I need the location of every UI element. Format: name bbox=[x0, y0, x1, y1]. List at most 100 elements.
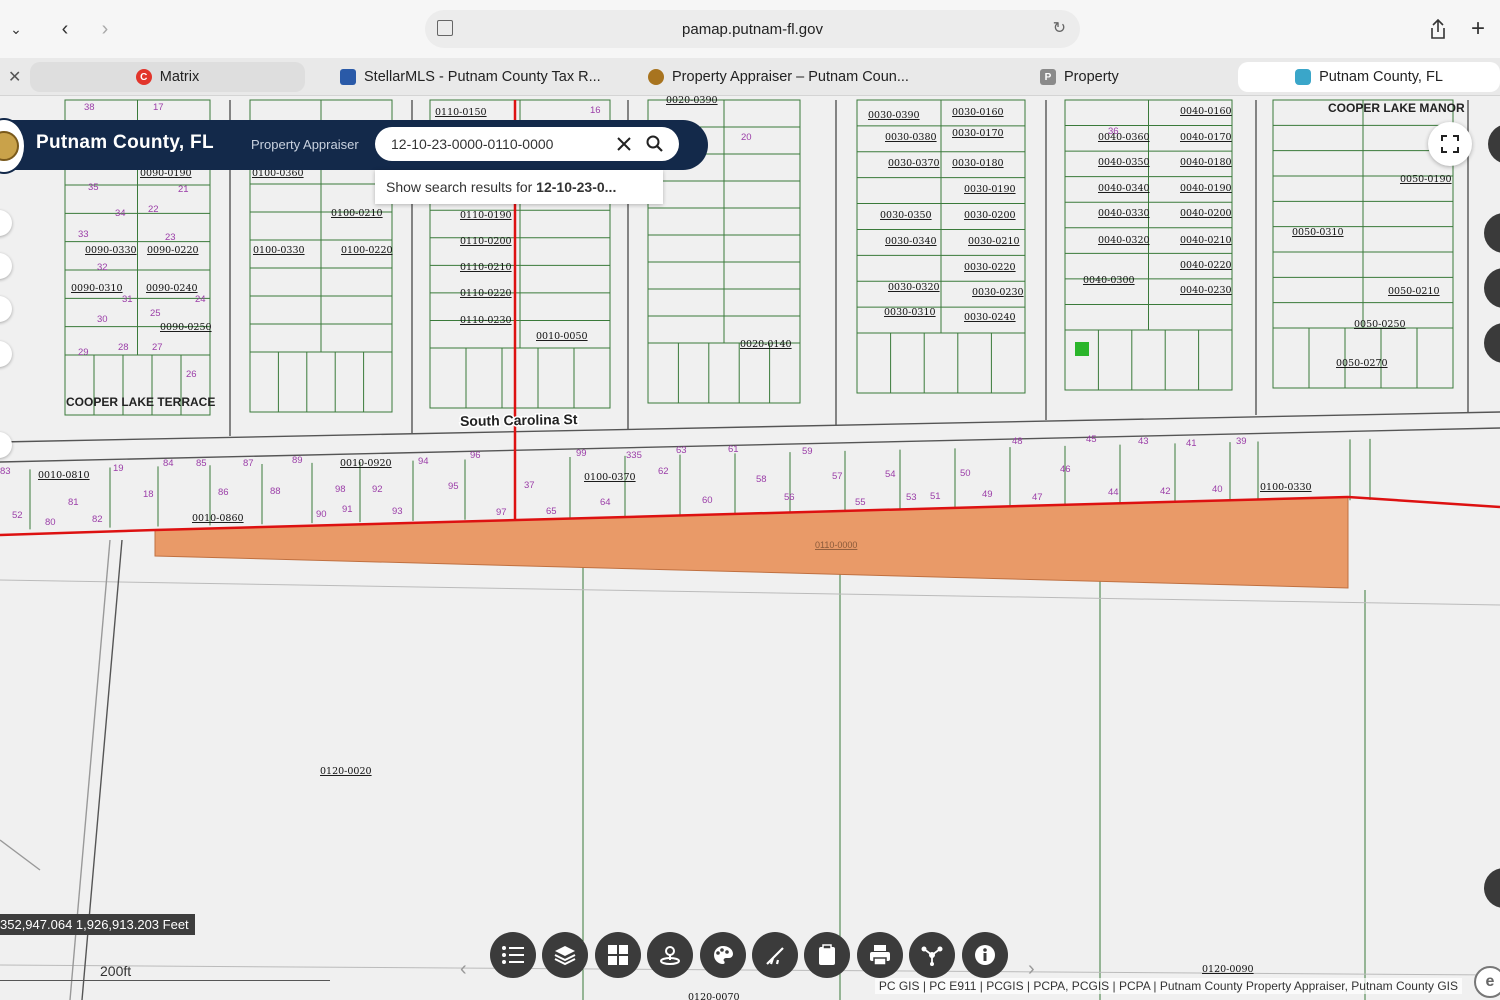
new-tab-button[interactable]: + bbox=[1465, 15, 1491, 42]
basemap-gallery-button[interactable] bbox=[594, 932, 641, 978]
tab-property-appraiser[interactable]: Property Appraiser – Putnam Coun... bbox=[648, 62, 928, 92]
share-button[interactable] bbox=[1425, 16, 1451, 42]
parcel-label[interactable]: 0040-0340 bbox=[1098, 183, 1150, 194]
parcel-label[interactable]: 0030-0160 bbox=[952, 107, 1004, 118]
parcel-label[interactable]: 0040-0190 bbox=[1180, 183, 1232, 194]
tab-putnam-county[interactable]: Putnam County, FL bbox=[1238, 62, 1500, 92]
parcel-map[interactable]: 0010-0810 0010-0860 0010-0920 0100-0370 0100… bbox=[0, 96, 1500, 1000]
parcel-label[interactable]: 0120-0070 bbox=[688, 992, 740, 1000]
parcel-label[interactable]: 0040-0210 bbox=[1180, 235, 1232, 246]
parcel-label[interactable]: 0040-0160 bbox=[1180, 106, 1232, 117]
parcel-label[interactable]: 0100-0370 bbox=[584, 472, 636, 483]
parcel-label[interactable]: 0040-0350 bbox=[1098, 157, 1150, 168]
parcel-label[interactable]: 0090-0220 bbox=[147, 245, 199, 256]
parcel-label[interactable]: 0110-0190 bbox=[460, 210, 512, 221]
parcel-label[interactable]: 0110-0150 bbox=[435, 107, 487, 118]
search-suggestion[interactable]: Show search results for 12-10-23-0... bbox=[375, 170, 663, 204]
parcel-label[interactable]: 0030-0240 bbox=[964, 312, 1016, 323]
address-bar[interactable]: pamap.putnam-fl.gov ↻ bbox=[425, 10, 1080, 48]
parcel-label[interactable]: 0030-0350 bbox=[880, 210, 932, 221]
parcel-label[interactable]: 0010-0050 bbox=[536, 331, 588, 342]
tab-matrix[interactable]: C Matrix bbox=[30, 62, 305, 92]
parcel-label[interactable]: 0030-0370 bbox=[888, 158, 940, 169]
parcel-label[interactable]: 0030-0230 bbox=[972, 287, 1024, 298]
parcel-label[interactable]: 0100-0220 bbox=[341, 245, 393, 256]
parcel-label[interactable]: 0090-0310 bbox=[71, 283, 123, 294]
parcel-label[interactable]: 0030-0170 bbox=[952, 128, 1004, 139]
parcel-label[interactable]: 0100-0330 bbox=[253, 245, 305, 256]
fullscreen-button[interactable] bbox=[1428, 122, 1472, 166]
parcel-label[interactable]: 0040-0330 bbox=[1098, 208, 1150, 219]
parcel-label[interactable]: 0090-0330 bbox=[85, 245, 137, 256]
search-box[interactable] bbox=[375, 127, 679, 161]
parcel-label[interactable]: 0030-0390 bbox=[868, 110, 920, 121]
layers-button[interactable] bbox=[542, 932, 589, 978]
parcel-label[interactable]: 0100-0330 bbox=[1260, 482, 1312, 493]
parcel-label[interactable]: 0090-0250 bbox=[160, 322, 212, 333]
parcel-label[interactable]: 0010-0810 bbox=[38, 470, 90, 481]
parcel-label[interactable]: 0040-0300 bbox=[1083, 275, 1135, 286]
parcel-label[interactable]: 0050-0190 bbox=[1400, 174, 1452, 185]
back-button[interactable]: ‹ bbox=[52, 16, 78, 42]
parcel-label[interactable]: 0120-0090 bbox=[1202, 964, 1254, 975]
parcel-label[interactable]: 0050-0270 bbox=[1336, 358, 1388, 369]
parcel-label[interactable]: 0030-0180 bbox=[952, 158, 1004, 169]
parcel-label[interactable]: 0020-0140 bbox=[740, 339, 792, 350]
selected-parcel[interactable] bbox=[154, 496, 1349, 589]
lot-number: 60 bbox=[702, 495, 713, 506]
search-button[interactable] bbox=[643, 132, 667, 156]
app-subtitle: Property Appraiser bbox=[251, 137, 359, 152]
list-button[interactable] bbox=[490, 932, 536, 978]
locate-tool-button[interactable] bbox=[647, 932, 694, 978]
parcel-label[interactable]: 0030-0190 bbox=[964, 184, 1016, 195]
info-button[interactable] bbox=[961, 932, 1008, 978]
share-map-button[interactable] bbox=[909, 932, 956, 978]
tab-overview-chevron-icon[interactable]: ⌄ bbox=[4, 18, 28, 40]
cooper-lake-terrace-label: COOPER LAKE TERRACE bbox=[66, 395, 215, 409]
parcel-label[interactable]: 0040-0200 bbox=[1180, 208, 1232, 219]
parcel-label[interactable]: 0010-0920 bbox=[340, 458, 392, 469]
parcel-label[interactable]: 0030-0210 bbox=[968, 236, 1020, 247]
draw-button[interactable] bbox=[804, 932, 851, 978]
parcel-label[interactable]: 0030-0380 bbox=[885, 132, 937, 143]
parcel-label[interactable]: 0040-0170 bbox=[1180, 132, 1232, 143]
map-canvas[interactable]: 0010-0810 0010-0860 0010-0920 0100-0370 0100… bbox=[0, 96, 1500, 1000]
parcel-label[interactable]: 0030-0320 bbox=[888, 282, 940, 293]
parcel-label[interactable]: 0050-0210 bbox=[1388, 286, 1440, 297]
parcel-label[interactable]: 0110-0200 bbox=[460, 236, 512, 247]
print-button[interactable] bbox=[856, 932, 903, 978]
parcel-label[interactable]: 0020-0390 bbox=[666, 96, 718, 106]
measure-button[interactable] bbox=[751, 932, 798, 978]
page-menu-icon[interactable] bbox=[437, 20, 453, 36]
forward-button[interactable]: › bbox=[92, 16, 118, 42]
parcel-label[interactable]: 0110-0220 bbox=[460, 288, 512, 299]
tab-close-icon[interactable]: ✕ bbox=[8, 62, 28, 92]
reload-icon[interactable]: ↻ bbox=[1053, 18, 1066, 38]
parcel-label[interactable]: 0100-0210 bbox=[331, 208, 383, 219]
parcel-label[interactable]: 0090-0240 bbox=[146, 283, 198, 294]
clear-search-button[interactable] bbox=[612, 132, 636, 156]
parcel-label[interactable]: 0120-0020 bbox=[320, 766, 372, 777]
parcel-label[interactable]: 0040-0320 bbox=[1098, 235, 1150, 246]
parcel-label[interactable]: 0040-0230 bbox=[1180, 285, 1232, 296]
search-input[interactable] bbox=[391, 133, 601, 155]
parcel-label[interactable]: 0050-0250 bbox=[1354, 319, 1406, 330]
parcel-label[interactable]: 0030-0200 bbox=[964, 210, 1016, 221]
tab-stellarmls[interactable]: StellarMLS - Putnam County Tax R... bbox=[340, 62, 615, 92]
esri-logo[interactable]: e bbox=[1474, 966, 1500, 998]
parcel-label[interactable]: 0030-0340 bbox=[885, 236, 937, 247]
parcel-label[interactable]: 0040-0180 bbox=[1180, 157, 1232, 168]
symbology-button[interactable] bbox=[699, 932, 746, 978]
parcel-label[interactable]: 0110-0230 bbox=[460, 315, 512, 326]
marker-square[interactable] bbox=[1075, 342, 1089, 356]
parcel-label[interactable]: 0110-0210 bbox=[460, 262, 512, 273]
tab-label: Matrix bbox=[159, 69, 200, 85]
parcel-label[interactable]: 0030-0310 bbox=[884, 307, 936, 318]
parcel-label[interactable]: 0040-0360 bbox=[1098, 132, 1150, 143]
parcel-label[interactable]: 0030-0220 bbox=[964, 262, 1016, 273]
chevron-left-icon[interactable]: ‹ bbox=[460, 958, 467, 981]
parcel-label[interactable]: 0050-0310 bbox=[1292, 227, 1344, 238]
tab-property[interactable]: P Property bbox=[1040, 62, 1220, 92]
parcel-label[interactable]: 0010-0860 bbox=[192, 513, 244, 524]
parcel-label[interactable]: 0040-0220 bbox=[1180, 260, 1232, 271]
